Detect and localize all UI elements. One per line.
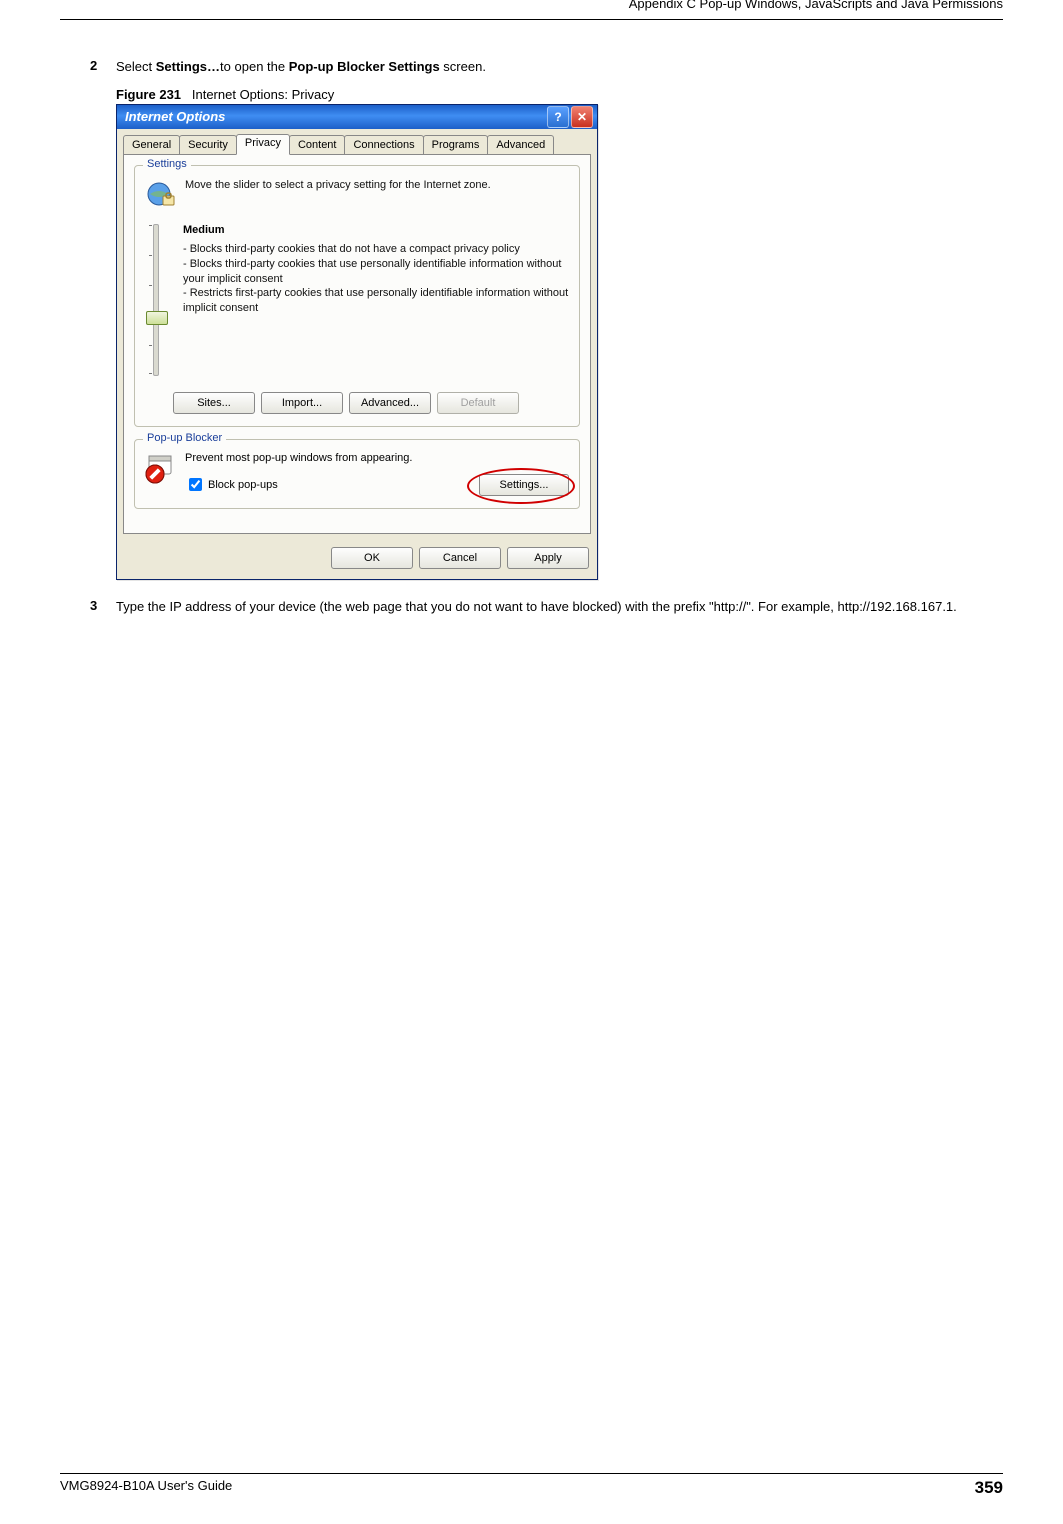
dialog-titlebar[interactable]: Internet Options ? ✕ <box>117 105 597 129</box>
step-2: 2 Select Settings…to open the Pop-up Blo… <box>90 58 973 77</box>
privacy-slider-thumb[interactable] <box>146 311 168 325</box>
dialog-footer: OK Cancel Apply <box>117 541 597 579</box>
tab-connections[interactable]: Connections <box>344 135 423 155</box>
cancel-button[interactable]: Cancel <box>419 547 501 569</box>
tab-privacy[interactable]: Privacy <box>236 134 290 155</box>
step-3-number: 3 <box>90 598 116 617</box>
footer-rule <box>60 1473 1003 1474</box>
step-2-mid: to open the <box>220 59 289 74</box>
privacy-bullet-3: - Restricts first-party cookies that use… <box>183 286 569 316</box>
privacy-bullet-1: - Blocks third-party cookies that do not… <box>183 242 569 257</box>
figure-caption: Figure 231 Internet Options: Privacy <box>116 87 973 102</box>
figure-caption-text: Internet Options: Privacy <box>192 87 334 102</box>
tab-general[interactable]: General <box>123 135 180 155</box>
settings-description: Move the slider to select a privacy sett… <box>185 178 491 210</box>
privacy-bullet-2: - Blocks third-party cookies that use pe… <box>183 257 569 287</box>
step-3: 3 Type the IP address of your device (th… <box>90 598 973 617</box>
block-popups-text: Block pop-ups <box>208 479 278 491</box>
settings-group-title: Settings <box>143 158 191 170</box>
privacy-panel: Settings Move the slider to select a pri… <box>123 154 591 534</box>
privacy-slider[interactable] <box>153 224 159 376</box>
internet-options-dialog: Internet Options ? ✕ General Security Pr… <box>116 104 598 580</box>
step-2-post: screen. <box>440 59 486 74</box>
step-2-bold2: Pop-up Blocker Settings <box>289 59 440 74</box>
tab-content[interactable]: Content <box>289 135 346 155</box>
figure-label: Figure 231 <box>116 87 181 102</box>
popup-description: Prevent most pop-up windows from appeari… <box>185 452 569 464</box>
step-2-number: 2 <box>90 58 116 77</box>
step-2-pre: Select <box>116 59 156 74</box>
block-popups-checkbox[interactable] <box>189 478 202 491</box>
header-appendix: Appendix C Pop-up Windows, JavaScripts a… <box>60 0 1003 13</box>
import-button[interactable]: Import... <box>261 392 343 414</box>
popup-settings-button[interactable]: Settings... <box>479 474 569 496</box>
settings-groupbox: Settings Move the slider to select a pri… <box>134 165 580 427</box>
step-2-text: Select Settings…to open the Pop-up Block… <box>116 58 486 77</box>
apply-button[interactable]: Apply <box>507 547 589 569</box>
popup-blocker-groupbox: Pop-up Blocker <box>134 439 580 509</box>
privacy-level-bullets: - Blocks third-party cookies that do not… <box>183 242 569 316</box>
step-2-bold1: Settings… <box>156 59 220 74</box>
privacy-level-label: Medium <box>183 224 569 236</box>
default-button: Default <box>437 392 519 414</box>
titlebar-close-button[interactable]: ✕ <box>571 106 593 128</box>
titlebar-help-button[interactable]: ? <box>547 106 569 128</box>
block-popups-checkbox-label[interactable]: Block pop-ups <box>189 478 278 491</box>
tab-security[interactable]: Security <box>179 135 237 155</box>
footer-page-number: 359 <box>975 1478 1003 1498</box>
tab-advanced[interactable]: Advanced <box>487 135 554 155</box>
tab-programs[interactable]: Programs <box>423 135 489 155</box>
page-footer: VMG8924-B10A User's Guide 359 <box>60 1473 1003 1498</box>
globe-privacy-icon <box>145 178 177 210</box>
popup-group-title: Pop-up Blocker <box>143 432 226 444</box>
popup-blocker-icon <box>145 452 177 484</box>
ok-button[interactable]: OK <box>331 547 413 569</box>
dialog-tabstrip: General Security Privacy Content Connect… <box>117 129 597 155</box>
step-3-text: Type the IP address of your device (the … <box>116 598 957 617</box>
sites-button[interactable]: Sites... <box>173 392 255 414</box>
footer-guide-name: VMG8924-B10A User's Guide <box>60 1478 232 1498</box>
dialog-title: Internet Options <box>125 109 225 124</box>
advanced-button[interactable]: Advanced... <box>349 392 431 414</box>
